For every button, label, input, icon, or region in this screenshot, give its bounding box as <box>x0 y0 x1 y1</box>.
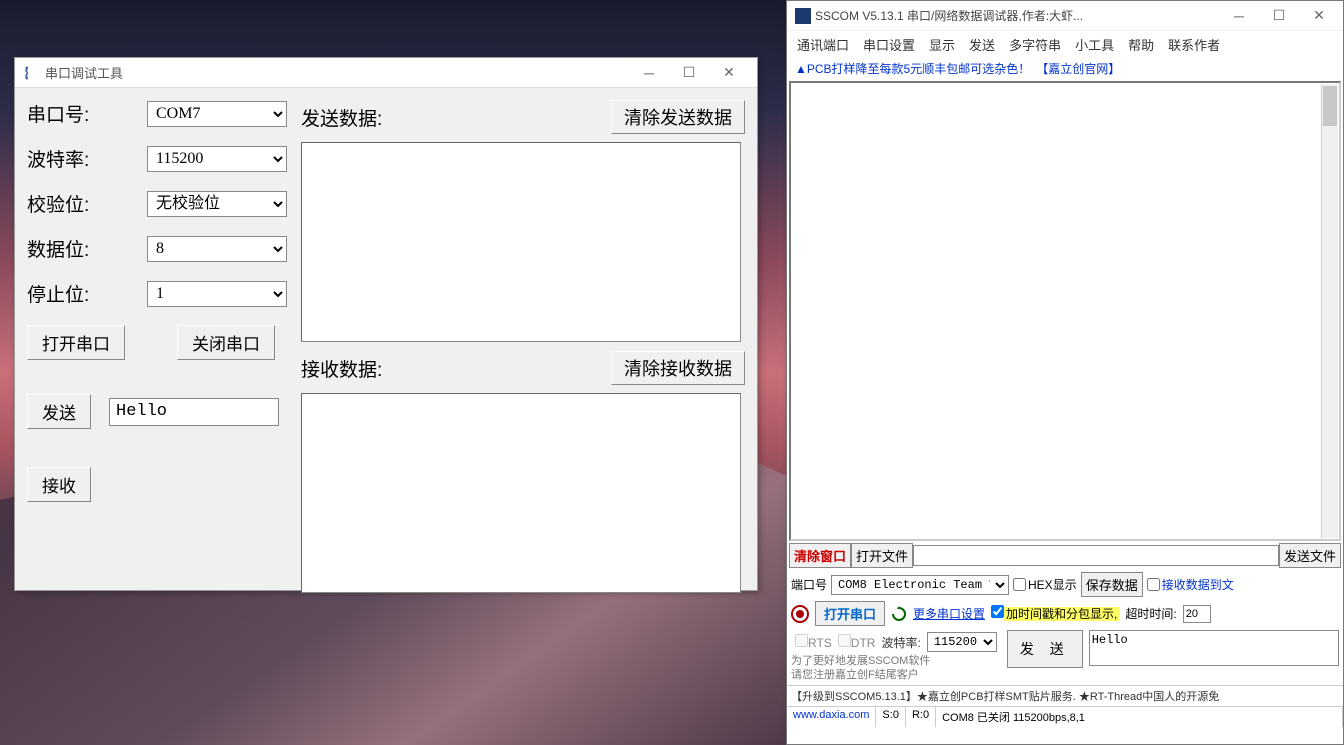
menu-help[interactable]: 帮助 <box>1128 35 1154 54</box>
baud-label: 波特率: <box>27 145 147 172</box>
titlebar[interactable]: 串口调试工具 ─ ☐ ✕ <box>15 58 757 88</box>
serial-debug-window: 串口调试工具 ─ ☐ ✕ 串口号: COM7 波特率: 115200 校验位: … <box>14 57 758 591</box>
status-s: S:0 <box>876 707 906 727</box>
recv-to-file-checkbox[interactable]: 接收数据到文 <box>1147 576 1234 593</box>
parity-label: 校验位: <box>27 190 147 217</box>
maximize-button[interactable]: ☐ <box>669 59 709 87</box>
close-button[interactable]: ✕ <box>1299 2 1339 30</box>
close-button[interactable]: ✕ <box>709 59 749 87</box>
menu-send[interactable]: 发送 <box>969 35 995 54</box>
recv-textarea[interactable] <box>301 393 741 593</box>
status-com: COM8 已关闭 115200bps,8,1 <box>936 707 1343 727</box>
status-bar: www.daxia.com S:0 R:0 COM8 已关闭 115200bps… <box>787 706 1343 727</box>
status-r: R:0 <box>906 707 936 727</box>
close-port-button[interactable]: 关闭串口 <box>177 325 275 360</box>
clear-send-button[interactable]: 清除发送数据 <box>611 100 745 134</box>
footer-promo: 【升级到SSCOM5.13.1】★嘉立创PCB打样SMT贴片服务. ★RT-Th… <box>787 685 1343 706</box>
send-textarea[interactable] <box>1089 630 1339 666</box>
menu-multistring[interactable]: 多字符串 <box>1009 35 1061 54</box>
minimize-button[interactable]: ─ <box>629 59 669 87</box>
sscom-titlebar[interactable]: SSCOM V5.13.1 串口/网络数据调试器,作者:大虾... ─ ☐ ✕ <box>787 1 1343 31</box>
port-label: 串口号: <box>27 100 147 127</box>
timeout-label: 超时时间: <box>1125 605 1176 622</box>
baud-combo[interactable]: 115200 <box>927 632 997 652</box>
menu-display[interactable]: 显示 <box>929 35 955 54</box>
dtr-checkbox: DTR <box>838 634 876 650</box>
send-button[interactable]: 发送 <box>27 394 91 429</box>
open-port-button[interactable]: 打开串口 <box>27 325 125 360</box>
send-textarea[interactable] <box>301 142 741 342</box>
sscom-app-icon <box>795 8 811 24</box>
timestamp-checkbox[interactable]: 加时间戳和分包显示, <box>991 605 1119 622</box>
minimize-button[interactable]: ─ <box>1219 2 1259 30</box>
baud-select[interactable]: 115200 <box>147 146 287 172</box>
recv-section-label: 接收数据: <box>301 355 382 382</box>
record-icon[interactable] <box>791 605 809 623</box>
python-tk-icon <box>23 65 39 81</box>
menu-contact[interactable]: 联系作者 <box>1168 35 1220 54</box>
window-title: 串口调试工具 <box>45 63 629 82</box>
open-port-button[interactable]: 打开串口 <box>815 601 885 626</box>
rts-checkbox: RTS <box>795 634 832 650</box>
send-file-button[interactable]: 发送文件 <box>1279 543 1341 568</box>
port-combo[interactable]: COM8 Electronic Team Virtu <box>831 575 1009 595</box>
menu-comm-port[interactable]: 通讯端口 <box>797 35 849 54</box>
file-path-input[interactable] <box>913 545 1279 566</box>
databits-label: 数据位: <box>27 235 147 262</box>
promo-link-2[interactable]: 【嘉立创官网】 <box>1036 60 1120 77</box>
clear-recv-button[interactable]: 清除接收数据 <box>611 351 745 385</box>
sscom-window: SSCOM V5.13.1 串口/网络数据调试器,作者:大虾... ─ ☐ ✕ … <box>786 0 1344 745</box>
more-settings-link[interactable]: 更多串口设置 <box>913 605 985 622</box>
menu-serial-settings[interactable]: 串口设置 <box>863 35 915 54</box>
promo-link-1[interactable]: ▲PCB打样降至每款5元顺丰包邮可选杂色！ <box>795 60 1030 77</box>
baud-label: 波特率: <box>881 634 920 651</box>
menu-tools[interactable]: 小工具 <box>1075 35 1114 54</box>
status-url[interactable]: www.daxia.com <box>787 707 876 727</box>
menu-bar: 通讯端口 串口设置 显示 发送 多字符串 小工具 帮助 联系作者 <box>787 31 1343 58</box>
maximize-button[interactable]: ☐ <box>1259 2 1299 30</box>
recv-button[interactable]: 接收 <box>27 467 91 502</box>
sscom-title: SSCOM V5.13.1 串口/网络数据调试器,作者:大虾... <box>815 7 1219 24</box>
port-select[interactable]: COM7 <box>147 101 287 127</box>
parity-select[interactable]: 无校验位 <box>147 191 287 217</box>
about-text: 为了更好地发展SSCOM软件 请您注册嘉立创F结尾客户 <box>791 654 1001 683</box>
open-file-button[interactable]: 打开文件 <box>851 543 913 568</box>
stopbits-label: 停止位: <box>27 280 147 307</box>
databits-select[interactable]: 8 <box>147 236 287 262</box>
port-label: 端口号 <box>791 576 827 593</box>
send-button[interactable]: 发 送 <box>1007 630 1083 668</box>
promo-bar: ▲PCB打样降至每款5元顺丰包邮可选杂色！ 【嘉立创官网】 <box>787 58 1343 81</box>
timeout-input[interactable] <box>1183 605 1211 623</box>
hex-show-checkbox[interactable]: HEX显示 <box>1013 576 1077 593</box>
scrollbar-thumb[interactable] <box>1323 86 1337 126</box>
send-section-label: 发送数据: <box>301 104 382 131</box>
send-input[interactable] <box>109 398 279 426</box>
receive-display[interactable] <box>789 81 1341 541</box>
stopbits-select[interactable]: 1 <box>147 281 287 307</box>
clear-window-button[interactable]: 清除窗口 <box>789 543 851 568</box>
save-data-button[interactable]: 保存数据 <box>1081 572 1143 597</box>
cycle-icon[interactable] <box>891 606 907 622</box>
